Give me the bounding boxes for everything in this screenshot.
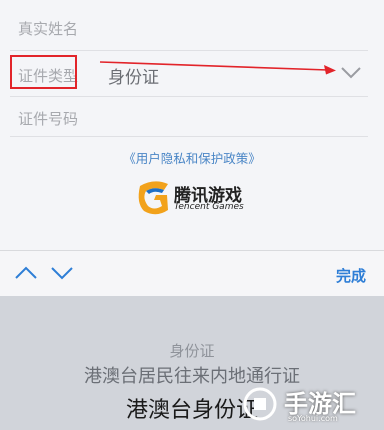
watermark-logo-icon	[243, 387, 277, 421]
highlight-box	[10, 55, 77, 89]
tencent-games-logo-icon	[138, 181, 168, 215]
done-button[interactable]: 完成	[336, 265, 366, 286]
id-number-label: 证件号码	[18, 110, 79, 128]
real-name-label: 真实姓名	[18, 20, 79, 38]
chevron-up-icon[interactable]	[14, 264, 38, 282]
identity-form: 真实姓名 证件类型 身份证 证件号码 《用户隐私和保护政策》 腾讯游戏 Tenc…	[0, 0, 384, 250]
watermark-subtext: soYohui.com	[288, 414, 338, 423]
annotation-arrow-icon	[99, 61, 336, 75]
picker-option[interactable]: 身份证	[0, 340, 384, 361]
chevron-down-icon[interactable]	[50, 264, 74, 282]
real-name-row[interactable]: 真实姓名	[0, 0, 384, 50]
logo-text-en: Tencent Games	[174, 202, 244, 212]
watermark: 手游汇 soYohui.com	[238, 380, 384, 430]
divider	[10, 136, 368, 137]
id-number-row[interactable]: 证件号码	[0, 97, 384, 137]
chevron-down-icon[interactable]	[340, 64, 362, 80]
keyboard-toolbar: 完成	[0, 250, 384, 297]
privacy-policy-link[interactable]: 《用户隐私和保护政策》	[0, 148, 384, 167]
tencent-games-logo: 腾讯游戏 Tencent Games	[136, 178, 248, 220]
